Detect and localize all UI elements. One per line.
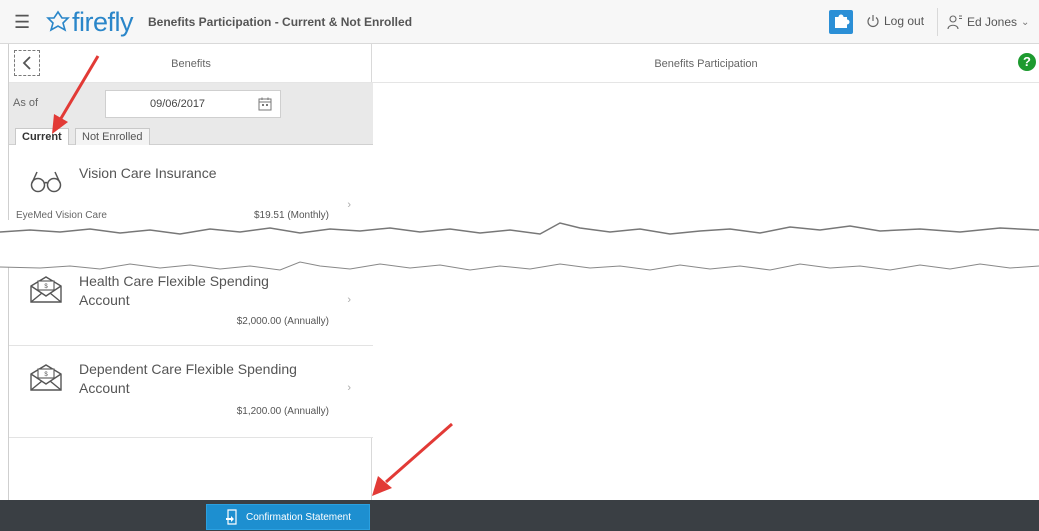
user-icon [947, 15, 962, 30]
item-amount: $1,200.00 (Annually) [236, 406, 329, 417]
list-item[interactable]: $ Dependent Care Flexible Spending Accou… [9, 346, 373, 438]
top-bar: ☰ firefly Benefits Participation - Curre… [0, 0, 1039, 44]
tab-current[interactable]: Current [15, 128, 69, 145]
as-of-row: As of 09/06/2017 [9, 83, 373, 125]
list-item[interactable]: $ Health Care Flexible Spending Account … [9, 264, 373, 346]
firefly-logo-icon [46, 10, 70, 32]
document-icon [225, 509, 237, 525]
participation-panel-title: Benefits Participation [654, 58, 758, 70]
item-amount: $2,000.00 (Annually) [236, 316, 329, 327]
money-envelope-icon: $ [30, 276, 62, 303]
page-title: Benefits Participation - Current & Not E… [148, 15, 413, 29]
user-menu[interactable]: Ed Jones ⌄ [947, 14, 1029, 30]
money-envelope-icon: $ [30, 364, 62, 391]
chevron-right-icon: › [347, 294, 351, 306]
brand-logo[interactable]: firefly [46, 6, 134, 38]
item-title: Health Care Flexible Spending Account [79, 273, 269, 308]
brand-name: firefly [72, 6, 134, 37]
list-item[interactable]: Vision Care Insurance EyeMed Vision Care… [9, 145, 373, 225]
benefits-tabs: Current Not Enrolled [9, 125, 373, 145]
hamburger-menu-icon[interactable]: ☰ [14, 12, 34, 32]
confirmation-statement-label: Confirmation Statement [245, 511, 352, 523]
as-of-date-value: 09/06/2017 [150, 98, 206, 110]
power-icon [867, 15, 879, 28]
tab-not-enrolled[interactable]: Not Enrolled [75, 128, 150, 145]
header-divider [937, 8, 938, 36]
glasses-icon [30, 171, 62, 193]
help-icon[interactable]: ? [1018, 53, 1036, 71]
right-header-divider [373, 82, 1039, 83]
chevron-right-icon: › [347, 199, 351, 211]
back-button[interactable] [14, 50, 40, 76]
notifications-button[interactable] [829, 10, 853, 34]
item-title: Vision Care Insurance [79, 165, 217, 181]
as-of-date-input[interactable]: 09/06/2017 [105, 90, 281, 118]
as-of-label: As of [13, 97, 39, 109]
chevron-down-icon: ⌄ [1021, 16, 1030, 28]
chevron-left-icon [22, 56, 31, 70]
annotation-arrow-icon [372, 422, 453, 496]
item-title: Dependent Care Flexible Spending Account [79, 361, 297, 396]
benefits-panel-title: Benefits [171, 58, 211, 70]
torn-edge-graphic [0, 220, 1039, 271]
calendar-icon[interactable] [258, 97, 272, 111]
chevron-right-icon: › [347, 382, 351, 394]
confirmation-statement-button[interactable]: Confirmation Statement [206, 504, 370, 530]
logout-button[interactable]: Log out [866, 14, 924, 28]
footer-bar: Confirmation Statement [0, 500, 1039, 531]
puzzle-icon [835, 14, 850, 28]
user-name: Ed Jones [967, 15, 1018, 29]
logout-label: Log out [884, 14, 925, 28]
